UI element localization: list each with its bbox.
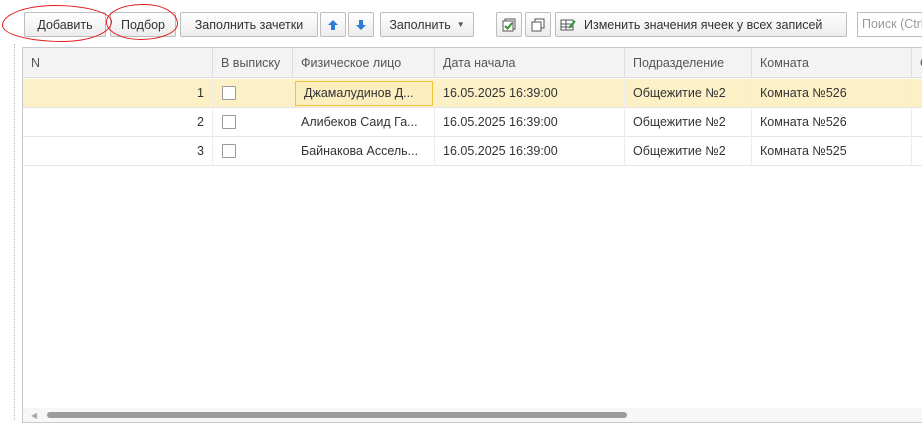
- move-down-button[interactable]: [348, 12, 374, 37]
- in-extract-checkbox[interactable]: [222, 86, 236, 100]
- department-cell[interactable]: Общежитие №2: [625, 137, 752, 166]
- column-header-department[interactable]: Подразделение: [625, 48, 752, 78]
- edit-table-icon: [560, 19, 576, 30]
- search-input[interactable]: Поиск (Ctrl: [857, 12, 922, 37]
- room-cell[interactable]: Комната №525: [752, 137, 912, 166]
- scroll-left-icon[interactable]: ◀: [31, 411, 37, 420]
- column-header-room[interactable]: Комната: [752, 48, 912, 78]
- table-header: N В выписку Физическое лицо Дата начала …: [23, 48, 922, 78]
- fill-gradebooks-button[interactable]: Заполнить зачетки: [180, 12, 318, 37]
- row-number: 3: [23, 137, 213, 166]
- department-cell[interactable]: Общежитие №2: [625, 79, 752, 108]
- column-header-in-extract[interactable]: В выписку: [213, 48, 293, 78]
- chevron-down-icon: ▼: [456, 20, 465, 29]
- add-button-label: Добавить: [37, 17, 93, 32]
- fill-dropdown-button[interactable]: Заполнить ▼: [380, 12, 474, 37]
- copy-button[interactable]: [525, 12, 551, 37]
- horizontal-scrollbar[interactable]: ◀: [23, 408, 922, 422]
- pick-button-label: Подбор: [120, 17, 166, 32]
- records-table[interactable]: N В выписку Физическое лицо Дата начала …: [22, 47, 922, 423]
- fill-dropdown-label: Заполнить: [389, 17, 451, 32]
- column-header-extra[interactable]: С: [912, 48, 922, 78]
- column-header-n[interactable]: N: [23, 48, 213, 78]
- check-all-button[interactable]: [496, 12, 522, 37]
- in-extract-checkbox[interactable]: [222, 115, 236, 129]
- in-extract-checkbox[interactable]: [222, 144, 236, 158]
- scrollbar-thumb[interactable]: [47, 412, 627, 418]
- room-cell[interactable]: Комната №526: [752, 108, 912, 137]
- copy-icon: [531, 18, 545, 31]
- column-header-start-date[interactable]: Дата начала: [435, 48, 625, 78]
- fill-gradebooks-label: Заполнить зачетки: [194, 17, 304, 32]
- room-cell[interactable]: Комната №526: [752, 79, 912, 108]
- form-guide-line: [14, 44, 15, 420]
- row-number: 2: [23, 108, 213, 137]
- person-cell[interactable]: Джамалудинов Д...: [295, 81, 433, 106]
- start-date-cell[interactable]: 16.05.2025 16:39:00: [435, 137, 625, 166]
- change-values-label: Изменить значения ячеек у всех записей: [584, 17, 823, 32]
- person-cell[interactable]: Алибеков Саид Га...: [293, 108, 435, 137]
- arrow-up-icon: [328, 19, 338, 30]
- move-up-button[interactable]: [320, 12, 346, 37]
- pick-button[interactable]: Подбор: [110, 12, 176, 37]
- table-row[interactable]: 2 Алибеков Саид Га... 16.05.2025 16:39:0…: [23, 108, 922, 137]
- table-row[interactable]: 1 Джамалудинов Д... 16.05.2025 16:39:00 …: [23, 79, 922, 108]
- check-all-icon: [502, 18, 516, 31]
- row-number: 1: [23, 79, 213, 108]
- change-values-button[interactable]: Изменить значения ячеек у всех записей: [555, 12, 847, 37]
- start-date-cell[interactable]: 16.05.2025 16:39:00: [435, 108, 625, 137]
- column-header-person[interactable]: Физическое лицо: [293, 48, 435, 78]
- person-cell[interactable]: Байнакова Ассель...: [293, 137, 435, 166]
- arrow-down-icon: [356, 19, 366, 30]
- toolbar: Добавить Подбор Заполнить зачетки Заполн…: [0, 0, 922, 44]
- start-date-cell[interactable]: 16.05.2025 16:39:00: [435, 79, 625, 108]
- add-button[interactable]: Добавить: [24, 12, 106, 37]
- department-cell[interactable]: Общежитие №2: [625, 108, 752, 137]
- table-row[interactable]: 3 Байнакова Ассель... 16.05.2025 16:39:0…: [23, 137, 922, 166]
